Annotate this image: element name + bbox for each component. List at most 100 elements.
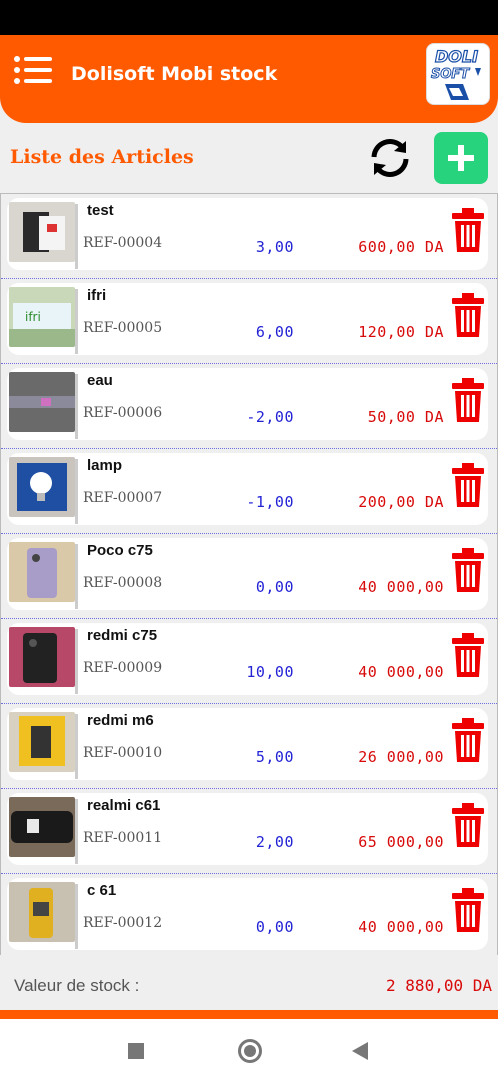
article-thumbnail: [9, 712, 75, 772]
article-ref: REF-00009: [83, 660, 163, 676]
list-item[interactable]: Poco c75 REF-00008 0,00 40 000,00: [1, 534, 498, 619]
trash-icon[interactable]: [452, 463, 484, 507]
article-ref: REF-00010: [83, 745, 163, 761]
article-name: c 61: [87, 882, 117, 899]
app-bar: Dolisoft Mobi stock DOLI SOFT: [0, 35, 498, 123]
divider: [75, 629, 78, 694]
article-thumbnail: [9, 202, 75, 262]
article-ref: REF-00007: [83, 490, 163, 506]
article-price: 200,00 DA: [358, 493, 444, 511]
article-quantity: 0,00: [255, 578, 294, 596]
article-thumbnail: [9, 882, 75, 942]
article-name: redmi c75: [87, 627, 158, 644]
article-thumbnail: [9, 457, 75, 517]
article-name: lamp: [87, 457, 123, 474]
menu-icon[interactable]: [14, 55, 52, 85]
home-icon[interactable]: [238, 1039, 262, 1063]
add-article-button[interactable]: [434, 132, 488, 184]
trash-icon[interactable]: [452, 548, 484, 592]
divider: [75, 459, 78, 524]
divider: [75, 884, 78, 949]
divider: [75, 799, 78, 864]
divider: [75, 544, 78, 609]
dolisoft-logo: DOLI SOFT: [426, 43, 490, 105]
article-price: 65 000,00: [358, 833, 444, 851]
article-card[interactable]: eau REF-00006 -2,00 50,00 DA: [7, 368, 488, 440]
article-thumbnail: [9, 542, 75, 602]
article-name: test: [87, 202, 114, 219]
article-price: 40 000,00: [358, 578, 444, 596]
article-ref: REF-00004: [83, 235, 163, 251]
article-name: eau: [87, 372, 113, 389]
article-thumbnail: [9, 627, 75, 687]
article-thumbnail: ifri: [9, 287, 75, 347]
list-item[interactable]: lamp REF-00007 -1,00 200,00 DA: [1, 449, 498, 534]
article-thumbnail: [9, 372, 75, 432]
article-price: 600,00 DA: [358, 238, 444, 256]
article-name: redmi m6: [87, 712, 154, 729]
svg-text:DOLI: DOLI: [435, 47, 478, 66]
trash-icon[interactable]: [452, 633, 484, 677]
list-item[interactable]: redmi m6 REF-00010 5,00 26 000,00: [1, 704, 498, 789]
article-price: 120,00 DA: [358, 323, 444, 341]
article-ref: REF-00008: [83, 575, 163, 591]
article-card[interactable]: Poco c75 REF-00008 0,00 40 000,00: [7, 538, 488, 610]
trash-icon[interactable]: [452, 293, 484, 337]
article-quantity: 0,00: [255, 918, 294, 936]
list-item[interactable]: eau REF-00006 -2,00 50,00 DA: [1, 364, 498, 449]
trash-icon[interactable]: [452, 378, 484, 422]
article-ref: REF-00005: [83, 320, 163, 336]
article-card[interactable]: c 61 REF-00012 0,00 40 000,00: [7, 878, 488, 950]
article-list[interactable]: test REF-00004 3,00 600,00 DA ifri ifri …: [0, 193, 498, 959]
stock-value-label: Valeur de stock :: [14, 976, 140, 995]
article-quantity: 3,00: [255, 238, 294, 256]
article-card[interactable]: redmi c75 REF-00009 10,00 40 000,00: [7, 623, 488, 695]
list-item[interactable]: c 61 REF-00012 0,00 40 000,00: [1, 874, 498, 959]
article-quantity: 5,00: [255, 748, 294, 766]
bottom-accent-bar: [0, 1010, 498, 1019]
divider: [75, 374, 78, 439]
list-item[interactable]: test REF-00004 3,00 600,00 DA: [1, 194, 498, 279]
article-card[interactable]: realmi c61 REF-00011 2,00 65 000,00: [7, 793, 488, 865]
article-price: 40 000,00: [358, 663, 444, 681]
article-name: realmi c61: [87, 797, 161, 814]
divider: [75, 289, 78, 354]
article-name: Poco c75: [87, 542, 153, 559]
article-quantity: 10,00: [246, 663, 294, 681]
article-quantity: -2,00: [246, 408, 294, 426]
system-nav-bar: [0, 1019, 498, 1080]
list-item[interactable]: redmi c75 REF-00009 10,00 40 000,00: [1, 619, 498, 704]
divider: [75, 204, 78, 269]
trash-icon[interactable]: [452, 718, 484, 762]
article-ref: REF-00012: [83, 915, 163, 931]
list-item[interactable]: ifri ifri REF-00005 6,00 120,00 DA: [1, 279, 498, 364]
plus-icon: [448, 145, 474, 171]
divider: [75, 714, 78, 779]
article-card[interactable]: ifri ifri REF-00005 6,00 120,00 DA: [7, 283, 488, 355]
article-price: 40 000,00: [358, 918, 444, 936]
stock-value-amount: 2 880,00 DA: [386, 976, 492, 995]
status-bar: [0, 0, 498, 35]
article-name: ifri: [87, 287, 107, 304]
article-card[interactable]: lamp REF-00007 -1,00 200,00 DA: [7, 453, 488, 525]
trash-icon[interactable]: [452, 888, 484, 932]
article-thumbnail: [9, 797, 75, 857]
article-ref: REF-00011: [83, 830, 163, 846]
list-item[interactable]: realmi c61 REF-00011 2,00 65 000,00: [1, 789, 498, 874]
recent-apps-icon[interactable]: [128, 1043, 144, 1059]
article-quantity: -1,00: [246, 493, 294, 511]
back-icon[interactable]: [352, 1042, 368, 1060]
svg-text:SOFT: SOFT: [431, 67, 470, 82]
article-ref: REF-00006: [83, 405, 163, 421]
article-quantity: 2,00: [255, 833, 294, 851]
app-title: Dolisoft Mobi stock: [71, 63, 278, 85]
article-card[interactable]: redmi m6 REF-00010 5,00 26 000,00: [7, 708, 488, 780]
article-quantity: 6,00: [255, 323, 294, 341]
sync-icon[interactable]: [364, 135, 416, 181]
stock-value-bar: Valeur de stock : 2 880,00 DA: [0, 956, 498, 1010]
trash-icon[interactable]: [452, 208, 484, 252]
article-price: 26 000,00: [358, 748, 444, 766]
trash-icon[interactable]: [452, 803, 484, 847]
article-card[interactable]: test REF-00004 3,00 600,00 DA: [7, 198, 488, 270]
page-title: Liste des Articles: [10, 146, 194, 168]
